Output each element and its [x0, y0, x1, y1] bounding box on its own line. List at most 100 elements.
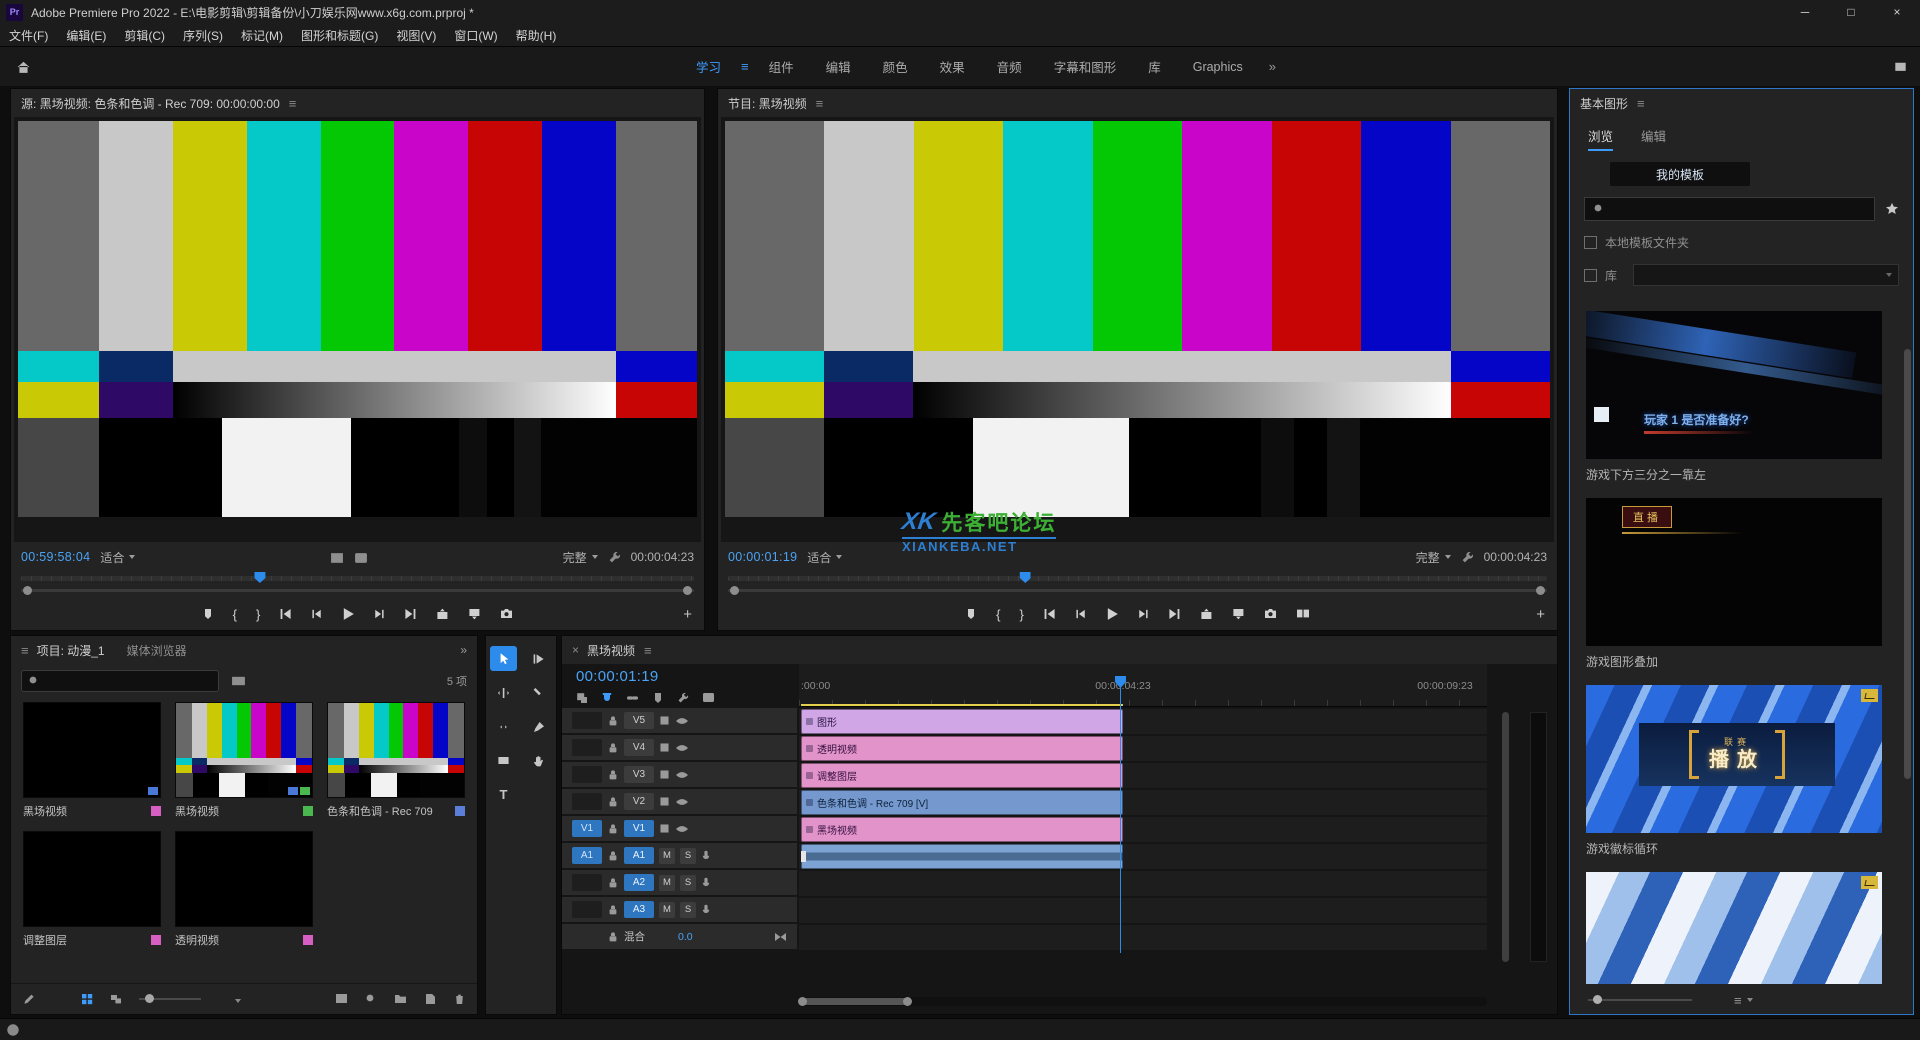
lock-icon[interactable]: [607, 741, 619, 753]
step-forward-button[interactable]: [1138, 605, 1149, 623]
menu-graphics-titles[interactable]: 图形和标题(G): [292, 27, 387, 44]
workspace-tab-libraries[interactable]: 库: [1132, 57, 1177, 76]
track-target-button[interactable]: V2: [624, 793, 654, 810]
track-lane-a1[interactable]: [799, 844, 1487, 869]
master-level-value[interactable]: 0.0: [678, 931, 693, 943]
track-target-button[interactable]: A1: [624, 847, 654, 864]
source-scrubber[interactable]: [21, 570, 694, 585]
timeline-panel-menu-icon[interactable]: ≡: [644, 643, 652, 658]
list-view-icon[interactable]: [52, 990, 64, 1008]
track-lane-v1[interactable]: 黑场视频: [799, 817, 1487, 842]
essential-graphics-tab[interactable]: 基本图形: [1580, 95, 1628, 112]
lock-icon[interactable]: [607, 822, 619, 834]
menu-clip[interactable]: 剪辑(C): [115, 27, 174, 44]
program-panel-menu-icon[interactable]: ≡: [816, 96, 824, 111]
slip-tool[interactable]: [490, 714, 517, 739]
source-patch-box[interactable]: [572, 901, 602, 918]
project-search-input[interactable]: [46, 674, 212, 688]
program-zoom-bar[interactable]: [728, 585, 1547, 596]
snap-magnet-icon[interactable]: [601, 689, 613, 707]
eye-icon[interactable]: [675, 715, 689, 727]
program-resolution-select[interactable]: 完整: [1416, 549, 1451, 566]
mic-icon[interactable]: [701, 876, 711, 888]
sync-lock-icon[interactable]: [659, 769, 670, 781]
pen-tool[interactable]: [525, 714, 552, 739]
clip-adjustment-layer[interactable]: 调整图层: [801, 763, 1123, 788]
source-zoom-bar[interactable]: [21, 585, 694, 596]
panel-overflow-icon[interactable]: »: [460, 643, 467, 657]
lock-icon[interactable]: [607, 930, 619, 942]
add-marker-button[interactable]: [965, 605, 977, 623]
source-settings-wrench-icon[interactable]: [608, 550, 621, 564]
track-target-button[interactable]: A2: [624, 874, 654, 891]
solo-button[interactable]: S: [680, 902, 696, 918]
button-editor-button[interactable]: +: [1536, 606, 1545, 623]
ripple-edit-tool[interactable]: [490, 680, 517, 705]
track-lane-a2[interactable]: [799, 871, 1487, 896]
close-button[interactable]: ×: [1874, 0, 1920, 24]
source-panel-menu-icon[interactable]: ≡: [289, 96, 297, 111]
label-color-chip[interactable]: [151, 935, 161, 945]
clip-transparent-video[interactable]: 透明视频: [801, 736, 1123, 761]
hand-tool[interactable]: [525, 748, 552, 773]
track-lane-v2[interactable]: 色条和色调 - Rec 709 [V]: [799, 790, 1487, 815]
timeline-settings-wrench-icon[interactable]: [677, 689, 689, 707]
clip-thumbnail[interactable]: [175, 831, 313, 927]
mic-icon[interactable]: [701, 903, 711, 915]
workspace-tab-effects[interactable]: 效果: [924, 57, 981, 76]
quick-export-icon[interactable]: [1893, 56, 1908, 74]
comparison-view-button[interactable]: [1296, 605, 1310, 623]
razor-tool[interactable]: [525, 680, 552, 705]
pan-bowtie-icon[interactable]: [774, 931, 787, 943]
eye-icon[interactable]: [675, 742, 689, 754]
source-patch-box[interactable]: [572, 712, 602, 729]
lock-icon[interactable]: [607, 876, 619, 888]
automate-to-sequence-icon[interactable]: [335, 990, 348, 1008]
workspace-overflow-button[interactable]: »: [1259, 59, 1286, 74]
overwrite-button[interactable]: [468, 605, 481, 623]
clip-thumbnail[interactable]: [175, 702, 313, 798]
new-item-icon[interactable]: [424, 990, 437, 1008]
program-monitor-tab[interactable]: 节目: 黑场视频: [728, 95, 807, 112]
my-templates-dropdown[interactable]: 我的模板: [1610, 162, 1750, 186]
workspace-menu-icon[interactable]: ≡: [737, 59, 753, 74]
menu-view[interactable]: 视图(V): [387, 27, 445, 44]
track-target-button[interactable]: A3: [624, 901, 654, 918]
source-patch-box[interactable]: V1: [572, 820, 602, 837]
in-out-filter-icon[interactable]: [231, 672, 246, 690]
project-tab[interactable]: 项目: 动漫_1: [37, 642, 105, 659]
libraries-checkbox[interactable]: [1584, 269, 1597, 282]
clip-bars-and-tone-audio[interactable]: [801, 844, 1123, 869]
clip-graphic[interactable]: 图形: [801, 709, 1123, 734]
solo-button[interactable]: S: [680, 875, 696, 891]
timeline-playhead-line[interactable]: [1120, 688, 1121, 953]
play-button[interactable]: [1105, 605, 1119, 623]
icon-view-icon[interactable]: [81, 990, 93, 1008]
track-target-button[interactable]: V3: [624, 766, 654, 783]
source-patch-box[interactable]: [572, 793, 602, 810]
eye-icon[interactable]: [675, 823, 689, 835]
step-back-button[interactable]: [311, 605, 322, 623]
clip-thumbnail[interactable]: [23, 831, 161, 927]
export-frame-button[interactable]: [1264, 605, 1277, 623]
eye-icon[interactable]: [675, 769, 689, 781]
menu-edit[interactable]: 编辑(E): [57, 27, 115, 44]
lock-icon[interactable]: [607, 714, 619, 726]
track-select-forward-tool[interactable]: [525, 646, 552, 671]
audio-fade-handle[interactable]: [801, 851, 806, 862]
sync-lock-icon[interactable]: [659, 742, 670, 754]
project-panel-menu-icon[interactable]: ≡: [21, 643, 29, 658]
lift-button[interactable]: [1200, 605, 1213, 623]
sync-lock-icon[interactable]: [659, 715, 670, 727]
local-templates-checkbox[interactable]: [1584, 236, 1597, 249]
project-item[interactable]: 黑场视频: [175, 702, 313, 819]
track-lane-v4[interactable]: 透明视频: [799, 736, 1487, 761]
maximize-button[interactable]: □: [1828, 0, 1874, 24]
lock-icon[interactable]: [607, 795, 619, 807]
template-item[interactable]: 联赛 播放 游戏徽标循环: [1586, 685, 1901, 857]
home-button[interactable]: [0, 60, 46, 74]
insert-button[interactable]: [436, 605, 449, 623]
program-scrubber[interactable]: [728, 570, 1547, 585]
browse-tab[interactable]: 浏览: [1588, 126, 1613, 151]
mute-button[interactable]: M: [659, 902, 675, 918]
